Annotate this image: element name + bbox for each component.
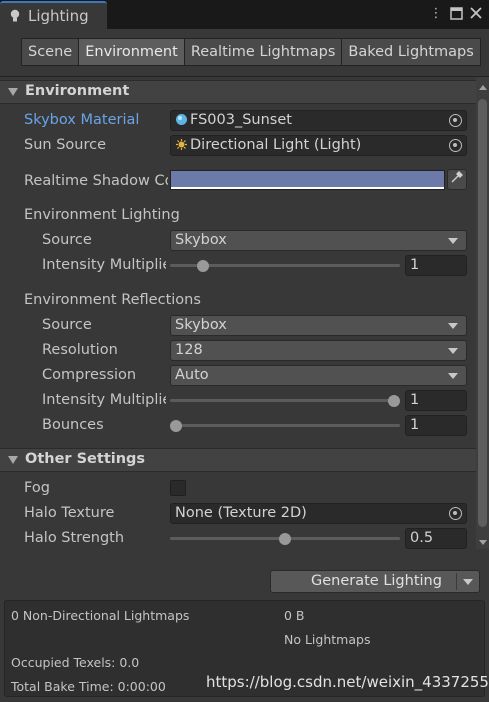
lighting-intensity-input[interactable]: 1 — [405, 255, 467, 276]
no-lightmaps-text: No Lightmaps — [284, 632, 371, 647]
divider — [0, 76, 489, 77]
reflection-intensity-input[interactable]: 1 — [405, 390, 467, 411]
reflection-source-label: Source — [42, 317, 92, 333]
fog-checkbox[interactable] — [170, 480, 186, 496]
tab-realtime-lightmaps[interactable]: Realtime Lightmaps — [183, 38, 343, 66]
chevron-down-icon — [448, 323, 458, 329]
compression-label: Compression — [42, 367, 137, 383]
lightbulb-icon — [10, 9, 20, 22]
tab-environment[interactable]: Environment — [78, 38, 185, 66]
eyedropper-icon[interactable] — [447, 169, 467, 190]
foldout-arrow-icon — [8, 456, 18, 464]
window-controls: ⋮ — [429, 5, 483, 23]
object-picker-icon[interactable] — [449, 507, 462, 520]
directional-light-icon — [176, 139, 187, 150]
sun-source-label: Sun Source — [24, 137, 106, 153]
environment-lighting-label: Environment Lighting — [24, 207, 180, 223]
scroll-down-icon[interactable] — [479, 540, 487, 545]
object-picker-icon[interactable] — [449, 139, 462, 152]
bounces-label: Bounces — [42, 417, 104, 433]
reflection-source-value: Skybox — [175, 317, 227, 333]
tab-scene[interactable]: Scene — [21, 38, 80, 66]
halo-strength-input[interactable]: 0.5 — [405, 528, 467, 549]
environment-section-header[interactable]: Environment — [0, 80, 476, 104]
halo-texture-label: Halo Texture — [24, 505, 115, 521]
resolution-dropdown[interactable]: 128 — [170, 340, 467, 361]
generate-lighting-label: Generate Lighting — [311, 573, 442, 589]
skybox-material-label: Skybox Material — [24, 112, 140, 128]
window-title: Lighting — [28, 7, 89, 25]
compression-dropdown[interactable]: Auto — [170, 365, 467, 386]
lighting-window-tab[interactable]: Lighting — [0, 1, 107, 29]
bounces-input[interactable]: 1 — [405, 415, 467, 436]
bounces-slider[interactable] — [170, 424, 400, 427]
button-separator — [456, 573, 457, 590]
fog-label: Fog — [24, 480, 50, 496]
chevron-down-icon — [448, 238, 458, 244]
chevron-down-icon[interactable] — [463, 579, 473, 585]
chevron-down-icon — [448, 373, 458, 379]
tab-baked-lightmaps[interactable]: Baked Lightmaps — [341, 38, 481, 66]
scroll-up-icon[interactable] — [479, 85, 487, 90]
total-bake-time: Total Bake Time: 0:00:00 — [11, 679, 166, 694]
lighting-source-value: Skybox — [175, 232, 227, 248]
reflection-intensity-label: Intensity Multiplier — [42, 392, 166, 408]
chevron-down-icon — [448, 348, 458, 354]
shadow-color-field[interactable] — [170, 170, 445, 190]
environment-header-label: Environment — [25, 83, 130, 99]
watermark-text: https://blog.csdn.net/weixin_43372552 — [206, 673, 489, 691]
scrollbar[interactable] — [476, 77, 489, 549]
kebab-menu-icon[interactable]: ⋮ — [429, 7, 443, 21]
reflection-intensity-slider[interactable] — [170, 399, 400, 402]
window-titlebar: Lighting ⋮ — [0, 0, 489, 29]
environment-reflections-label: Environment Reflections — [24, 292, 201, 308]
resolution-value: 128 — [175, 342, 203, 358]
lightmaps-size: 0 B — [284, 608, 305, 623]
lighting-source-dropdown[interactable]: Skybox — [170, 230, 467, 251]
lighting-intensity-label: Intensity Multiplier — [42, 257, 166, 273]
skybox-material-value: FS003_Sunset — [190, 112, 292, 128]
other-settings-section-header[interactable]: Other Settings — [0, 448, 476, 472]
object-picker-icon[interactable] — [449, 114, 462, 127]
lighting-tabs: Scene Environment Realtime Lightmaps Bak… — [21, 38, 481, 66]
shadow-color-swatch — [171, 171, 444, 187]
sun-source-value: Directional Light (Light) — [190, 137, 362, 153]
bounces-slider-thumb[interactable] — [170, 420, 182, 432]
resolution-label: Resolution — [42, 342, 118, 358]
halo-strength-slider-thumb[interactable] — [279, 533, 291, 545]
reflection-source-dropdown[interactable]: Skybox — [170, 315, 467, 336]
reflection-intensity-slider-thumb[interactable] — [388, 395, 400, 407]
close-icon[interactable] — [469, 7, 483, 21]
lighting-intensity-slider-thumb[interactable] — [197, 260, 210, 272]
skybox-material-field[interactable]: FS003_Sunset — [170, 110, 467, 131]
material-sphere-icon — [176, 114, 187, 125]
other-settings-header-label: Other Settings — [25, 451, 146, 467]
foldout-arrow-icon — [8, 88, 18, 96]
sun-source-field[interactable]: Directional Light (Light) — [170, 135, 467, 156]
halo-strength-label: Halo Strength — [24, 530, 125, 546]
lightmaps-count: 0 Non-Directional Lightmaps — [11, 608, 190, 623]
halo-texture-field[interactable]: None (Texture 2D) — [170, 503, 467, 524]
realtime-shadow-color-label: Realtime Shadow Color — [24, 173, 168, 189]
occupied-texels: Occupied Texels: 0.0 — [11, 655, 140, 670]
maximize-icon[interactable] — [449, 7, 463, 21]
halo-texture-value: None (Texture 2D) — [175, 505, 307, 521]
compression-value: Auto — [175, 367, 209, 383]
generate-lighting-button[interactable]: Generate Lighting — [270, 570, 480, 593]
lighting-source-label: Source — [42, 232, 92, 248]
scrollbar-thumb[interactable] — [478, 99, 487, 527]
